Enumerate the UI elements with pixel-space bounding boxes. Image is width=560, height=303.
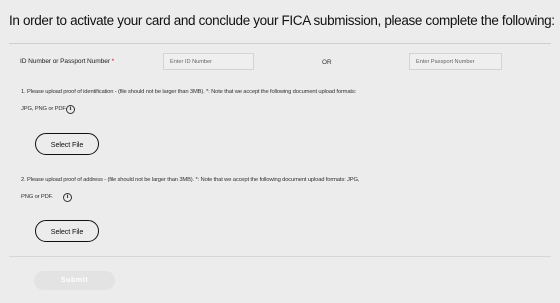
info-icon[interactable]: i bbox=[66, 105, 75, 114]
identification-instruction: 1. Please upload proof of identification… bbox=[21, 89, 357, 95]
or-separator: OR bbox=[322, 59, 332, 66]
info-icon[interactable]: i bbox=[63, 193, 72, 202]
passport-number-input[interactable] bbox=[409, 53, 502, 70]
required-mark: * bbox=[111, 58, 115, 65]
address-instruction: 2. Please upload proof of address - (fil… bbox=[21, 177, 360, 183]
header-divider bbox=[9, 43, 551, 44]
identification-select-file-button[interactable]: Select File bbox=[35, 133, 99, 155]
footer-divider bbox=[9, 256, 551, 257]
id-number-input[interactable] bbox=[163, 53, 254, 70]
identification-formats: JPG, PNG or PDF bbox=[21, 106, 66, 112]
address-formats: PNG or PDF. bbox=[21, 194, 53, 200]
address-select-file-button[interactable]: Select File bbox=[35, 220, 99, 242]
id-field-label: ID Number or Passport Number * bbox=[20, 58, 114, 65]
submit-button[interactable]: Submit bbox=[34, 271, 115, 290]
id-field-label-text: ID Number or Passport Number bbox=[20, 58, 110, 65]
page-title: In order to activate your card and concl… bbox=[9, 13, 555, 28]
